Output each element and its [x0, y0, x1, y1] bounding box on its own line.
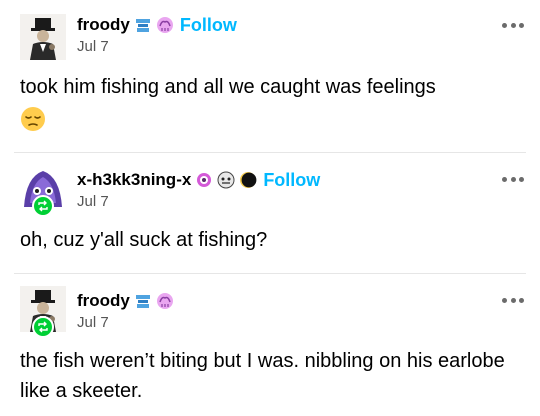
- badge-brain-icon: [156, 292, 174, 310]
- post-body: took him fishing and all we caught was f…: [20, 72, 520, 132]
- pensive-face-icon: [21, 107, 45, 131]
- post-date[interactable]: Jul 7: [77, 192, 320, 212]
- more-options-icon[interactable]: [502, 21, 524, 29]
- post-text: took him fishing and all we caught was f…: [20, 76, 436, 98]
- post-text: oh, cuz y'all suck at fishing?: [20, 229, 268, 251]
- username[interactable]: froody: [77, 14, 130, 36]
- follow-button[interactable]: Follow: [180, 14, 237, 36]
- more-options-icon[interactable]: [502, 296, 524, 304]
- badge-ghost-icon: [217, 171, 235, 189]
- post-date[interactable]: Jul 7: [77, 37, 237, 57]
- post-body: oh, cuz y'all suck at fishing?: [20, 225, 520, 255]
- follow-button[interactable]: Follow: [263, 169, 320, 191]
- post-header: froody Follow Jul 7: [77, 14, 237, 57]
- more-options-icon[interactable]: [502, 175, 524, 183]
- post-header: froody Jul 7: [77, 290, 174, 333]
- post-header: x-h3kk3ning-x Follow Jul 7: [77, 169, 320, 212]
- username[interactable]: x-h3kk3ning-x: [77, 169, 191, 191]
- reblog-icon: [32, 195, 54, 217]
- avatar-image: [20, 14, 66, 60]
- post-1: froody Follow Jul 7 took him fishing and…: [0, 0, 540, 152]
- post-2: x-h3kk3ning-x Follow Jul 7 oh, cuz y'all…: [0, 153, 540, 273]
- avatar[interactable]: [20, 14, 66, 60]
- post-3: froody Jul 7 the fish weren’t biting but…: [0, 274, 540, 416]
- badge-robot-icon: [134, 16, 152, 34]
- post-body: the fish weren’t biting but I was. nibbl…: [20, 346, 520, 406]
- badge-spiky-icon: [195, 171, 213, 189]
- post-date[interactable]: Jul 7: [77, 313, 174, 333]
- badge-robot-icon: [134, 292, 152, 310]
- reblog-icon: [32, 316, 54, 338]
- badge-eclipse-icon: [239, 171, 257, 189]
- post-text: the fish weren’t biting but I was. nibbl…: [20, 350, 505, 402]
- username[interactable]: froody: [77, 290, 130, 312]
- badge-brain-icon: [156, 16, 174, 34]
